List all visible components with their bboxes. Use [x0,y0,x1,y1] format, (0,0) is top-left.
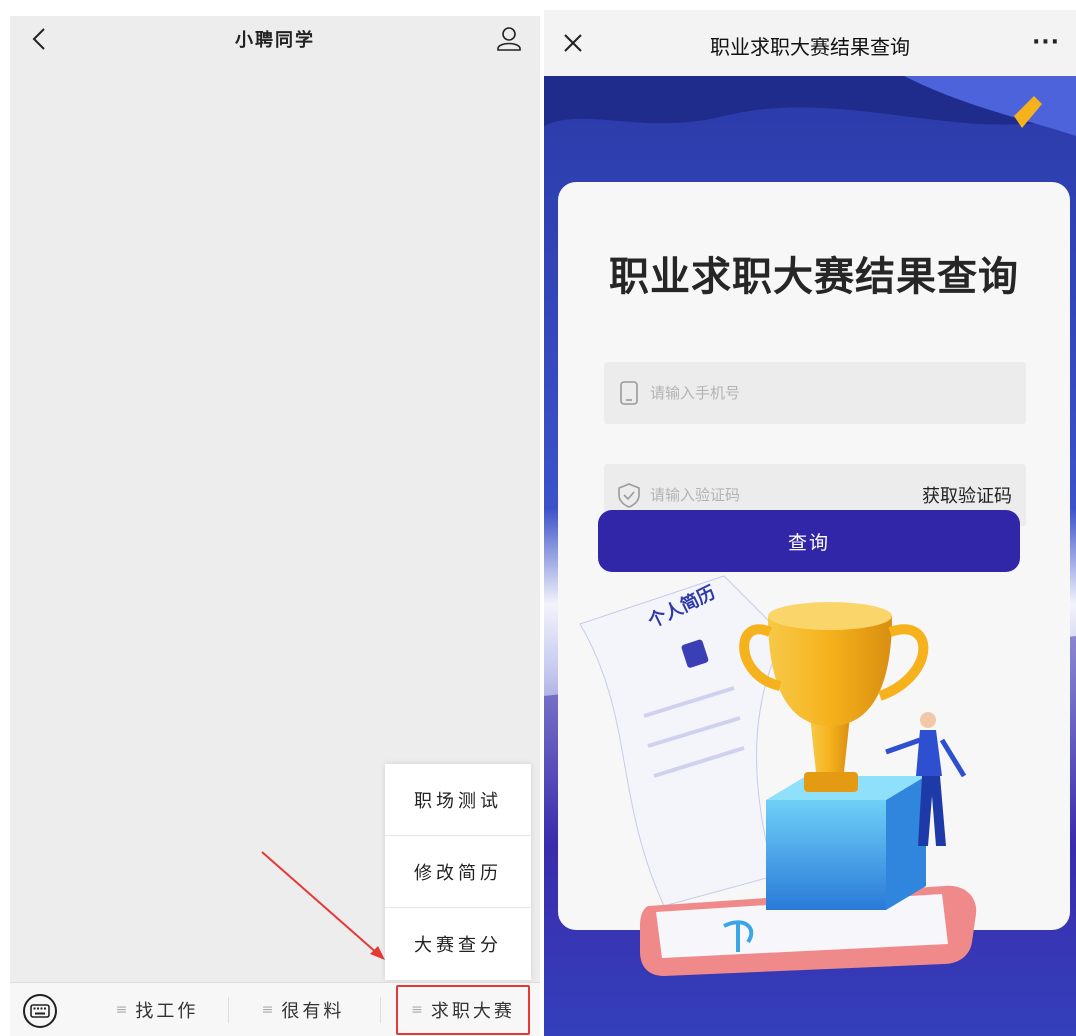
query-submit-button[interactable]: 查询 [598,510,1020,572]
shield-check-icon [618,483,640,508]
phone-field [604,362,1026,424]
page-title: 职业求职大赛结果查询 [710,37,910,59]
keyboard-icon [23,994,57,1028]
menu-tab-job-contest[interactable]: ≡ 求职大赛 [396,985,530,1035]
menu-item-edit-resume[interactable]: 修改简历 [385,836,531,908]
top-nav-bar: 职业求职大赛结果查询 ··· [544,10,1076,76]
divider [228,997,229,1023]
tab-label: 找工作 [135,1001,199,1022]
bottom-menu-bar: ≡ 找工作 ≡ 很有料 ≡ 求职大赛 [10,982,540,1036]
tab-label: 很有料 [281,1001,345,1022]
contest-query-page: 职业求职大赛结果查询 ··· 职业求职大赛结果查询 请输入手机号 请输入验证码 … [544,10,1076,1036]
menu-tab-interesting[interactable]: ≡ 很有料 [238,983,368,1036]
divider [380,997,381,1023]
more-options-button[interactable]: ··· [1028,26,1064,58]
menu-item-career-test[interactable]: 职场测试 [385,764,531,836]
person-icon [497,27,521,51]
page-title: 小聘同学 [235,30,315,51]
menu-lines-icon: ≡ [115,1002,128,1018]
sub-menu-popup: 职场测试 修改简历 大赛查分 [385,764,531,980]
keyboard-toggle-button[interactable] [22,993,58,1029]
menu-tab-find-job[interactable]: ≡ 找工作 [92,983,222,1036]
tab-label: 求职大赛 [430,1001,515,1022]
card-title: 职业求职大赛结果查询 [609,255,1019,299]
menu-item-contest-score[interactable]: 大赛查分 [385,908,531,980]
menu-lines-icon: ≡ [261,1002,274,1018]
wechat-chat-panel: 小聘同学 职场测试 修改简历 大赛查分 ≡ 找工作 ≡ 很有料 ≡ 求职大赛 [10,16,540,1036]
get-code-button[interactable]: 获取验证码 [922,482,1012,508]
menu-lines-icon: ≡ [411,1002,423,1018]
phone-icon [620,381,638,405]
profile-button[interactable] [494,24,524,54]
top-nav-bar: 小聘同学 [10,16,540,62]
phone-input[interactable] [648,362,908,424]
